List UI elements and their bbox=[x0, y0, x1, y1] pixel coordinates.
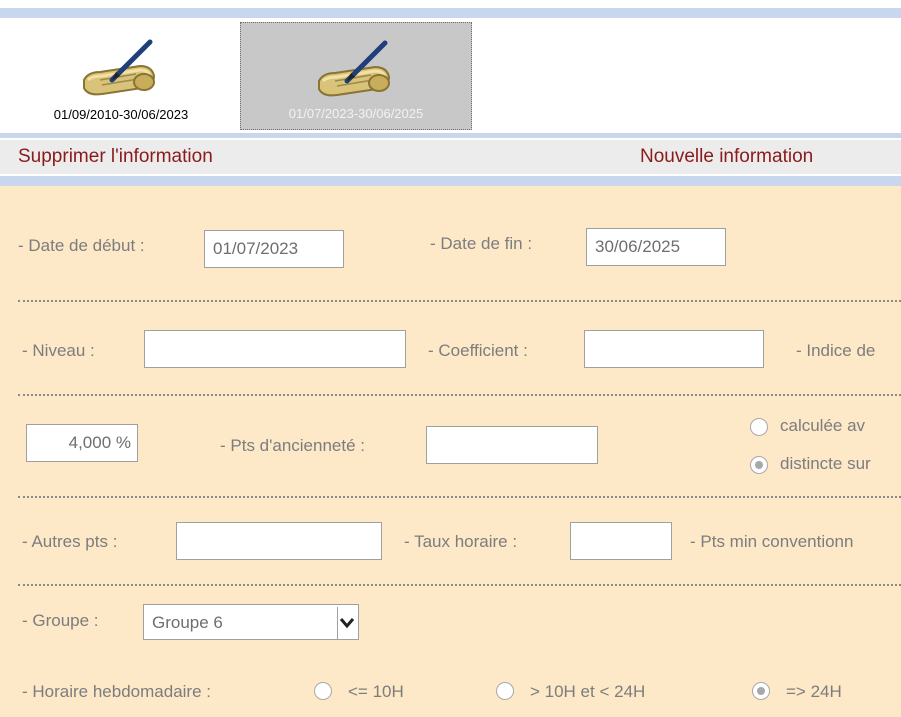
horaire-option-label: <= 10H bbox=[348, 682, 404, 701]
coefficient-field[interactable] bbox=[584, 330, 764, 368]
horaire-label: - Horaire hebdomadaire : bbox=[22, 682, 211, 701]
delete-information-link[interactable]: Supprimer l'information bbox=[18, 146, 213, 168]
contract-scroll-pen-icon bbox=[83, 39, 156, 96]
radio-distincte-label: distincte sur bbox=[780, 454, 871, 473]
radio-horaire-1[interactable] bbox=[314, 682, 332, 700]
tab-label: 01/07/2023-30/06/2025 bbox=[288, 106, 424, 121]
dotted-divider bbox=[18, 496, 901, 498]
separator-band bbox=[0, 176, 901, 186]
horaire-option-label: => 24H bbox=[786, 682, 842, 701]
date-fin-field[interactable]: 30/06/2025 bbox=[586, 228, 726, 266]
radio-calculee[interactable] bbox=[750, 418, 768, 436]
form-panel: - Date de début : 01/07/2023 - Date de f… bbox=[0, 186, 901, 717]
groupe-select[interactable]: Groupe 6 bbox=[143, 604, 359, 640]
autres-pts-field[interactable] bbox=[176, 522, 382, 560]
groupe-label: - Groupe : bbox=[22, 611, 99, 630]
separator-band bbox=[0, 133, 901, 138]
niveau-label: - Niveau : bbox=[22, 341, 95, 360]
dotted-divider bbox=[18, 300, 901, 302]
horaire-option-label: > 10H et < 24H bbox=[530, 682, 646, 701]
autres-pts-label: - Autres pts : bbox=[22, 532, 118, 551]
date-debut-field[interactable]: 01/07/2023 bbox=[204, 230, 344, 268]
action-bar: Supprimer l'information Nouvelle informa… bbox=[0, 140, 901, 174]
radio-distincte[interactable] bbox=[750, 456, 768, 474]
top-band bbox=[0, 8, 901, 18]
taux-horaire-field[interactable] bbox=[570, 522, 672, 560]
dotted-divider bbox=[18, 584, 901, 586]
taux-horaire-label: - Taux horaire : bbox=[404, 532, 518, 551]
date-fin-label: - Date de fin : bbox=[430, 234, 533, 253]
niveau-field[interactable] bbox=[144, 330, 406, 368]
indice-label: - Indice de bbox=[796, 341, 876, 360]
groupe-value: Groupe 6 bbox=[152, 613, 223, 632]
period-tab-2010-2023[interactable]: 01/09/2010-30/06/2023 bbox=[16, 22, 226, 130]
chevron-down-icon[interactable] bbox=[337, 607, 356, 639]
contract-scroll-pen-icon bbox=[318, 40, 391, 97]
percent-field[interactable]: 4,000 % bbox=[26, 424, 138, 462]
pts-min-label: - Pts min conventionn bbox=[690, 532, 854, 551]
date-debut-label: - Date de début : bbox=[18, 236, 145, 255]
radio-horaire-2[interactable] bbox=[496, 682, 514, 700]
tab-label: 01/09/2010-30/06/2023 bbox=[53, 107, 189, 122]
radio-calculee-label: calculée av bbox=[780, 416, 866, 435]
pts-anciennete-field[interactable] bbox=[426, 426, 598, 464]
coefficient-label: - Coefficient : bbox=[428, 341, 528, 360]
radio-horaire-3[interactable] bbox=[752, 682, 770, 700]
pts-anciennete-label: - Pts d'ancienneté : bbox=[220, 436, 365, 455]
period-tab-2023-2025[interactable]: 01/07/2023-30/06/2025 bbox=[240, 22, 472, 130]
new-information-link[interactable]: Nouvelle information bbox=[640, 146, 813, 168]
dotted-divider bbox=[18, 394, 901, 396]
